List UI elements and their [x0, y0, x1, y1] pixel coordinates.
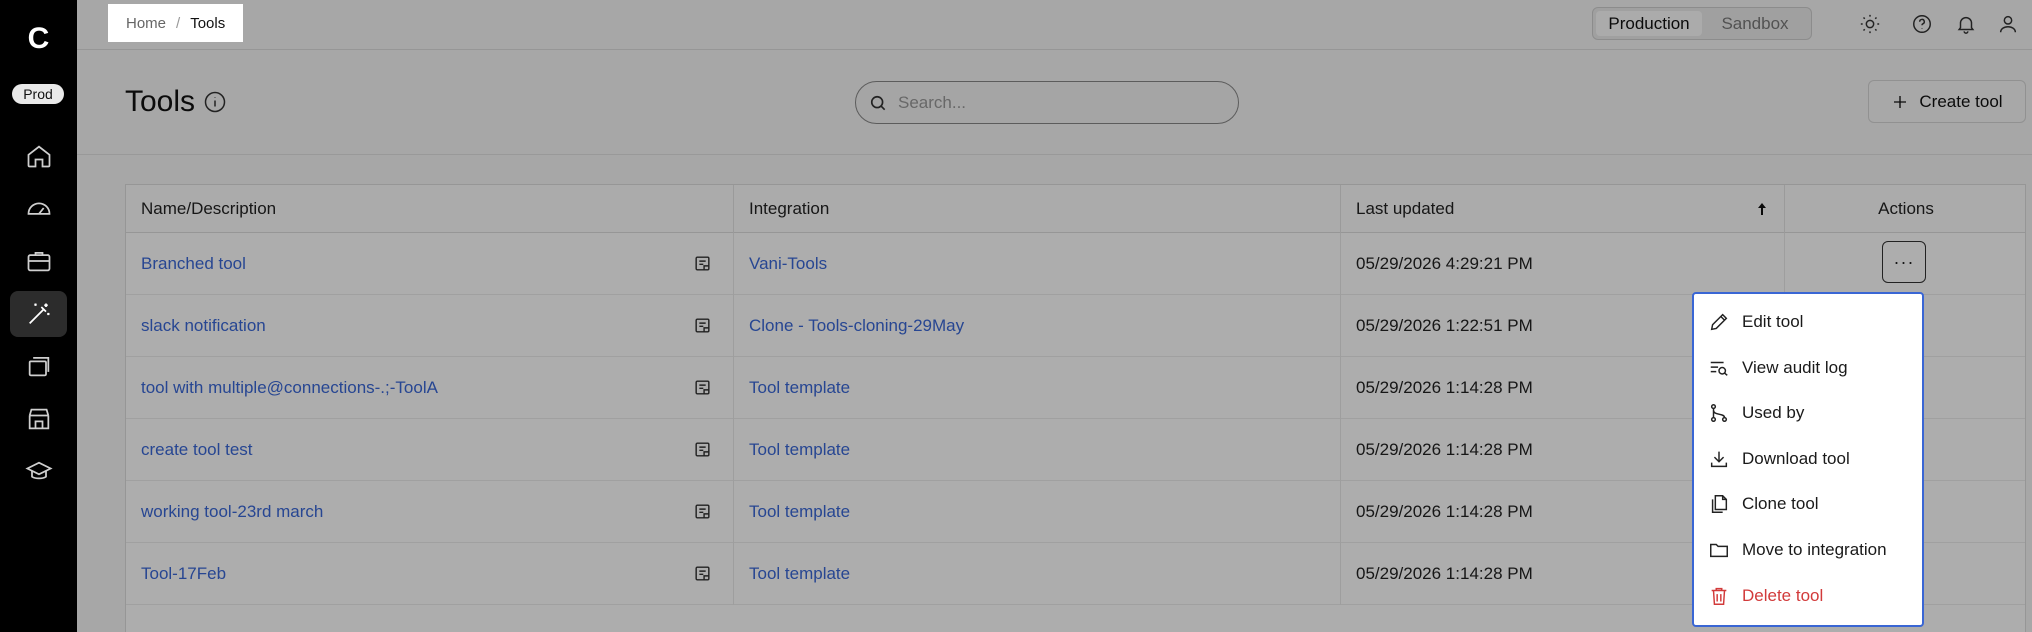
- gauge-icon: [27, 202, 50, 215]
- profile-button[interactable]: [1995, 11, 2021, 37]
- sun-icon: [1860, 14, 1880, 34]
- search-box: [855, 81, 1239, 124]
- integration-link[interactable]: Clone - Tools-cloning-29May: [734, 295, 1341, 357]
- nav-tools[interactable]: [10, 291, 67, 337]
- nav-dashboard[interactable]: [10, 185, 67, 231]
- search-icon: [870, 95, 886, 110]
- create-tool-label: Create tool: [1919, 91, 2003, 111]
- menu-item-view-audit-log[interactable]: View audit log: [1698, 350, 1918, 386]
- create-tool-button[interactable]: Create tool: [1868, 80, 2026, 123]
- pencil-icon: [1710, 313, 1728, 331]
- sort-ascending-icon[interactable]: [1756, 202, 1768, 216]
- menu-item-edit-tool[interactable]: Edit tool: [1698, 304, 1918, 340]
- column-header-name[interactable]: Name/Description: [126, 185, 734, 233]
- copy-icon: [1711, 495, 1728, 514]
- column-header-last-updated[interactable]: Last updated: [1341, 185, 1785, 233]
- description-note-icon[interactable]: [693, 316, 712, 335]
- page-title: Tools: [125, 85, 196, 118]
- table-header: Name/Description Integration Last update…: [126, 185, 2025, 233]
- tool-actions-menu: Edit tool View audit log Used by Download t…: [1692, 292, 1924, 627]
- column-header-actions: Actions: [1878, 199, 1934, 218]
- description-note-icon[interactable]: [693, 502, 712, 521]
- notifications-button[interactable]: [1953, 11, 1979, 37]
- integration-link[interactable]: Vani-Tools: [734, 233, 1341, 295]
- menu-item-label: View audit log: [1742, 357, 1848, 377]
- menu-item-used-by[interactable]: Used by: [1698, 395, 1918, 431]
- menu-item-label: Clone tool: [1742, 494, 1819, 514]
- menu-item-label: Used by: [1742, 403, 1805, 423]
- tool-name-link[interactable]: slack notification: [126, 295, 734, 357]
- help-button[interactable]: [1909, 11, 1935, 37]
- column-header-last-updated-label: Last updated: [1356, 199, 1455, 218]
- integration-link[interactable]: Tool template: [734, 481, 1341, 543]
- menu-item-clone-tool[interactable]: Clone tool: [1698, 486, 1918, 523]
- nav-learning[interactable]: [10, 449, 67, 495]
- table-row[interactable]: Branched tool Vani-Tools 05/29/2026 4:29…: [126, 233, 2025, 295]
- user-icon: [1999, 15, 2017, 33]
- page-title-wrap: Tools: [125, 85, 227, 119]
- description-note-icon[interactable]: [693, 254, 712, 273]
- app-logo[interactable]: C: [0, 22, 77, 56]
- env-badge: Prod: [12, 84, 64, 104]
- tool-name-link[interactable]: Tool-17Feb: [126, 543, 734, 605]
- audit-log-icon: [1710, 361, 1728, 376]
- integration-link[interactable]: Tool template: [734, 543, 1341, 605]
- breadcrumb-separator: /: [176, 14, 181, 32]
- page-header: Tools Create tool: [77, 50, 2032, 155]
- menu-item-label: Download tool: [1742, 448, 1850, 468]
- integration-link[interactable]: Tool template: [734, 357, 1341, 419]
- menu-item-label: Delete tool: [1742, 585, 1824, 605]
- folder-icon: [1710, 543, 1728, 558]
- briefcase-icon: [27, 251, 50, 272]
- nav-projects[interactable]: [10, 238, 67, 284]
- breadcrumb: Home / Tools: [108, 4, 244, 42]
- menu-item-label: Edit tool: [1742, 312, 1804, 331]
- bell-icon: [1957, 16, 1975, 34]
- graduation-cap-icon: [24, 461, 53, 480]
- nav-marketplace[interactable]: [10, 396, 67, 442]
- description-note-icon[interactable]: [693, 564, 712, 583]
- git-branch-icon: [1710, 404, 1728, 423]
- trash-icon: [1711, 587, 1727, 605]
- magic-wand-icon: [28, 303, 49, 324]
- download-icon: [1710, 451, 1728, 467]
- tool-name-link[interactable]: create tool test: [126, 419, 734, 481]
- store-icon: [28, 408, 49, 430]
- env-sandbox-option[interactable]: Sandbox: [1702, 11, 1808, 36]
- breadcrumb-current: Tools: [190, 14, 226, 32]
- layers-icon: [28, 356, 49, 377]
- tool-name-link[interactable]: working tool-23rd march: [126, 481, 734, 543]
- column-header-integration[interactable]: Integration: [734, 185, 1341, 233]
- help-circle-icon: [1913, 15, 1931, 33]
- env-production-option[interactable]: Production: [1596, 11, 1702, 36]
- nav-home[interactable]: [10, 133, 67, 179]
- breadcrumb-home[interactable]: Home: [126, 15, 166, 32]
- menu-item-label: Move to integration: [1742, 540, 1887, 559]
- tool-name-link[interactable]: tool with multiple@connections-.;-ToolA: [126, 357, 734, 419]
- search-input[interactable]: [898, 92, 1218, 113]
- description-note-icon[interactable]: [693, 440, 712, 459]
- last-updated-value: 05/29/2026 4:29:21 PM: [1341, 233, 1785, 295]
- top-bar: Production Sandbox: [77, 0, 2032, 50]
- nav-library[interactable]: [10, 343, 67, 389]
- menu-item-download-tool[interactable]: Download tool: [1698, 441, 1918, 477]
- tool-name-link[interactable]: Branched tool: [126, 233, 734, 295]
- theme-toggle-button[interactable]: [1857, 11, 1883, 37]
- menu-item-move-to-integration[interactable]: Move to integration: [1698, 532, 1918, 568]
- menu-item-delete-tool[interactable]: Delete tool: [1698, 578, 1918, 614]
- row-actions-button[interactable]: ···: [1882, 241, 1926, 283]
- description-note-icon[interactable]: [693, 378, 712, 397]
- info-icon[interactable]: [203, 90, 227, 114]
- sidebar: C Prod: [0, 0, 77, 632]
- home-icon: [27, 145, 50, 168]
- integration-link[interactable]: Tool template: [734, 419, 1341, 481]
- plus-icon: [1894, 95, 1907, 108]
- environment-toggle: Production Sandbox: [1592, 7, 1812, 40]
